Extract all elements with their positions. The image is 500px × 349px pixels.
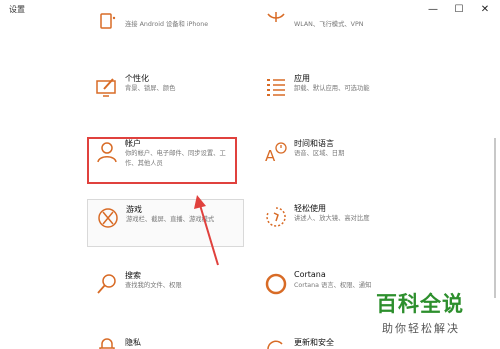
watermark: 百科全说 助你轻松解决 [376, 288, 464, 336]
watermark-slogan: 助你轻松解决 [382, 322, 460, 335]
watermark-brand: 百科全说 [376, 292, 464, 316]
scrollbar[interactable] [494, 138, 496, 298]
